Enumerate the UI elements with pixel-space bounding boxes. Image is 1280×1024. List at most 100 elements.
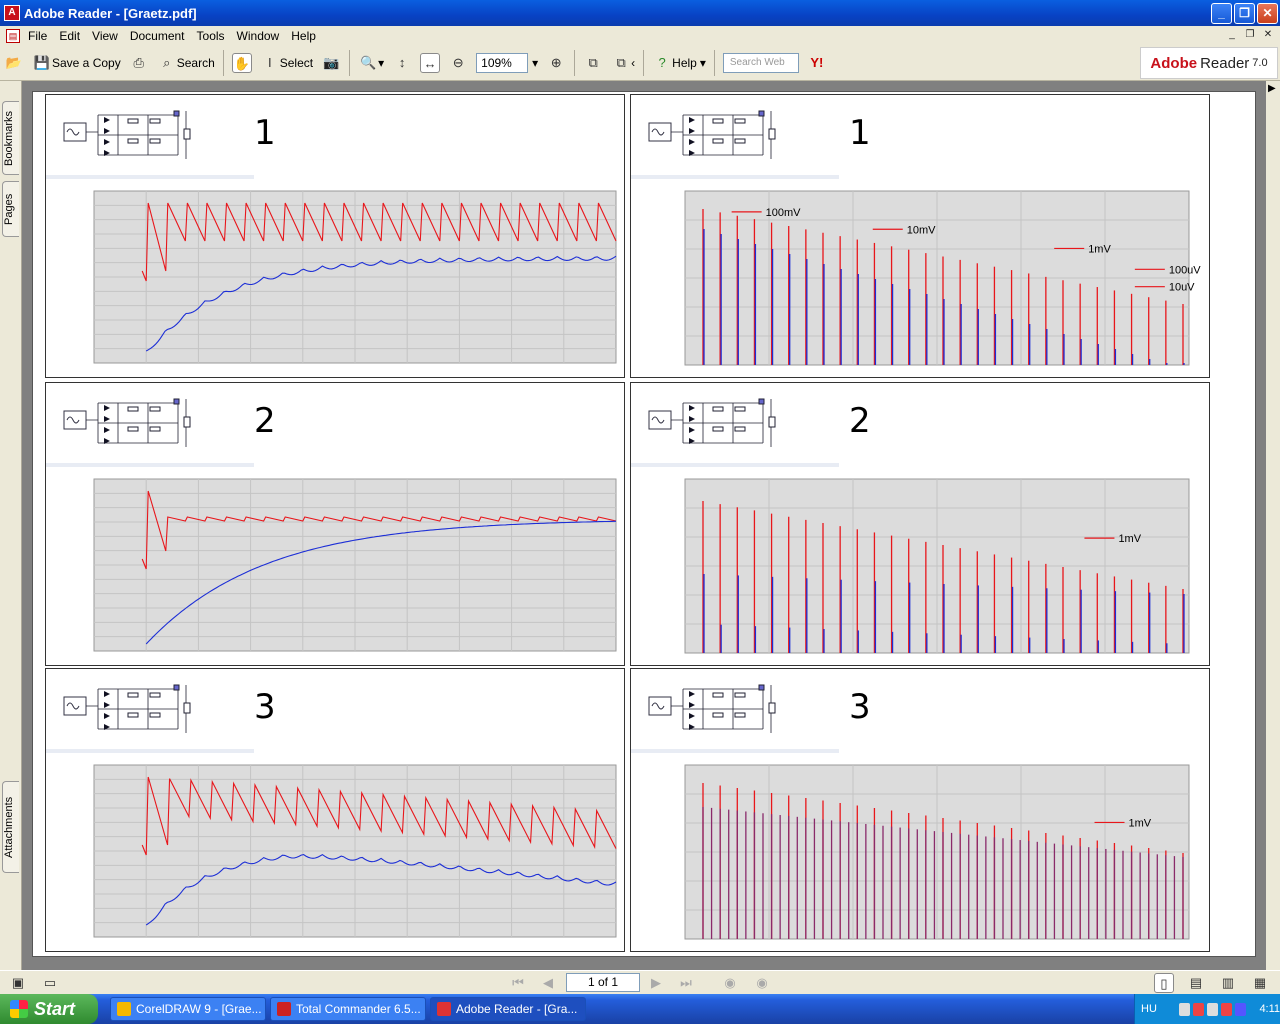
close-button[interactable]: ✕ <box>1257 2 1278 24</box>
zoom-dropdown-arrow-icon[interactable]: ▾ <box>532 56 538 70</box>
zoom-out-button[interactable]: ⊖ <box>444 49 472 77</box>
spectrum-plot: 100mV 10mV 1mV 100uV 10uV <box>631 181 1209 377</box>
floppy-icon <box>277 1002 291 1016</box>
window-title: Adobe Reader - [Graetz.pdf] <box>24 5 197 21</box>
search-button[interactable]: ⌕ Search <box>153 49 219 77</box>
single-page-icon[interactable]: ▯ <box>1154 973 1174 993</box>
circuit-schematic: 3 <box>46 669 624 753</box>
antivirus-icon[interactable] <box>1193 1002 1205 1016</box>
system-tray: HU 4:11 <box>1134 994 1280 1024</box>
menu-view[interactable]: View <box>86 29 124 43</box>
continuous-icon[interactable]: ▤ <box>1186 973 1206 993</box>
tab-pages[interactable]: Pages <box>2 181 19 237</box>
menu-file[interactable]: File <box>22 29 53 43</box>
first-page-button[interactable]: ⏮ <box>510 975 526 991</box>
task-coreldraw[interactable]: CorelDRAW 9 - [Grae... <box>110 997 266 1021</box>
floppy-icon: 💾 <box>33 54 51 70</box>
menu-window[interactable]: Window <box>231 29 286 43</box>
select-tool-button[interactable]: I Select <box>256 49 317 77</box>
spectrum-plot: 1mV <box>631 755 1209 951</box>
save-copy-button[interactable]: 💾 Save a Copy <box>28 49 125 77</box>
spectrum-plot: 1mV <box>631 469 1209 665</box>
rotate-page-icon: ⧉ <box>588 54 598 70</box>
circuit-schematic: 1 <box>46 95 624 179</box>
toolbar-separator <box>643 49 645 76</box>
printer-icon: ⎙ <box>133 54 144 70</box>
doc-close-button[interactable]: ✕ <box>1260 28 1276 42</box>
menu-bar: ▤ File Edit View Document Tools Window H… <box>0 26 1280 45</box>
hand-tool-button[interactable]: ✋ <box>228 49 256 77</box>
menu-help[interactable]: Help <box>285 29 322 43</box>
toolbar: 📂 💾 Save a Copy ⎙ ⌕ Search ✋ I Select 📷 🔍 ▾ … <box>0 45 1280 81</box>
rotate-button[interactable]: ⧉ <box>579 49 607 77</box>
security-icon[interactable] <box>1221 1002 1233 1016</box>
search-web-input[interactable]: Search Web <box>722 52 799 73</box>
time-domain-panel: 2 <box>45 382 625 666</box>
doc-restore-button[interactable]: ❐ <box>1242 28 1258 42</box>
next-page-button[interactable]: ▶ <box>648 975 664 991</box>
menu-edit[interactable]: Edit <box>53 29 86 43</box>
zoom-input[interactable]: 109% <box>476 52 529 73</box>
yahoo-button[interactable]: Y! <box>803 49 831 77</box>
time-domain-panel: 3 <box>45 668 625 952</box>
last-page-button[interactable]: ⏭ <box>678 975 694 991</box>
start-button[interactable]: Start <box>0 994 98 1024</box>
schematic-scrollbar[interactable] <box>631 175 840 179</box>
right-pane-toggle[interactable]: ▶ <box>1266 81 1280 970</box>
page-thumb-icon[interactable]: ▭ <box>40 973 60 993</box>
actual-size-button[interactable]: ↕ <box>388 49 416 77</box>
next-view-button[interactable]: ◉ <box>754 975 770 991</box>
previous-page-button[interactable]: ◀ <box>540 975 556 991</box>
page-layout-icon[interactable]: ▣ <box>8 973 28 993</box>
document-area[interactable]: 1 1 100mV 10mV 1mV 100uV 10uV 2 2 1mV 3 3 1mV <box>22 81 1266 970</box>
task-total-commander[interactable]: Total Commander 6.5... <box>270 997 426 1021</box>
help-button[interactable]: ? Help ▾ <box>648 49 710 77</box>
fit-width-button[interactable]: ↔ <box>416 49 444 77</box>
toolbar-separator <box>574 49 576 76</box>
pages-button[interactable]: ⧉ ‹ <box>607 49 639 77</box>
menu-document[interactable]: Document <box>124 29 191 43</box>
panel-number: 2 <box>254 401 276 441</box>
facing-icon[interactable]: ▥ <box>1218 973 1238 993</box>
task-adobe-reader[interactable]: Adobe Reader - [Gra... <box>430 997 586 1021</box>
snapshot-button[interactable]: 📷 <box>317 49 345 77</box>
continuous-facing-icon[interactable]: ▦ <box>1250 973 1270 993</box>
schematic-scrollbar[interactable] <box>46 463 255 467</box>
camera-icon: 📷 <box>323 54 340 70</box>
zoom-in-tool-button[interactable]: 🔍 ▾ <box>354 49 388 77</box>
panel-number: 3 <box>254 687 276 727</box>
help-icon: ? <box>658 54 666 70</box>
language-indicator[interactable]: HU <box>1141 1003 1157 1015</box>
schematic-scrollbar[interactable] <box>46 175 255 179</box>
spectrum-panel: 3 1mV <box>630 668 1210 952</box>
previous-view-button[interactable]: ◉ <box>722 975 738 991</box>
select-label: Select <box>279 55 314 70</box>
print-button[interactable]: ⎙ <box>125 49 153 77</box>
document-icon[interactable]: ▤ <box>6 28 20 43</box>
schematic-scrollbar[interactable] <box>631 463 840 467</box>
plus-circle-icon: ⊕ <box>550 54 562 70</box>
spectrum-annotation: 100mV <box>766 207 802 219</box>
schematic-scrollbar[interactable] <box>631 749 840 753</box>
minimize-button[interactable]: _ <box>1211 2 1232 24</box>
doc-minimize-button[interactable]: _ <box>1224 28 1240 42</box>
minus-circle-icon: ⊖ <box>452 54 464 70</box>
open-button[interactable]: 📂 <box>0 49 28 77</box>
volume-icon[interactable] <box>1207 1002 1219 1016</box>
tab-bookmarks[interactable]: Bookmarks <box>2 101 19 175</box>
bluetooth-icon[interactable] <box>1235 1002 1247 1016</box>
page-number-field[interactable]: 1 of 1 <box>566 973 640 992</box>
ripple-waveform-plot <box>46 469 624 665</box>
maximize-button[interactable]: ❐ <box>1234 2 1255 24</box>
task-label: Total Commander 6.5... <box>296 1002 421 1016</box>
spectrum-annotation: 1mV <box>1118 533 1141 545</box>
network-icon[interactable] <box>1178 1002 1190 1016</box>
schematic-scrollbar[interactable] <box>46 749 255 753</box>
tab-attachments[interactable]: Attachments <box>2 781 19 873</box>
spectrum-panel: 1 100mV 10mV 1mV 100uV 10uV <box>630 94 1210 378</box>
folder-icon: 📂 <box>5 54 23 70</box>
yahoo-icon: Y! <box>810 54 824 70</box>
menu-tools[interactable]: Tools <box>191 29 231 43</box>
circuit-schematic: 2 <box>46 383 624 467</box>
zoom-in-button[interactable]: ⊕ <box>542 49 570 77</box>
